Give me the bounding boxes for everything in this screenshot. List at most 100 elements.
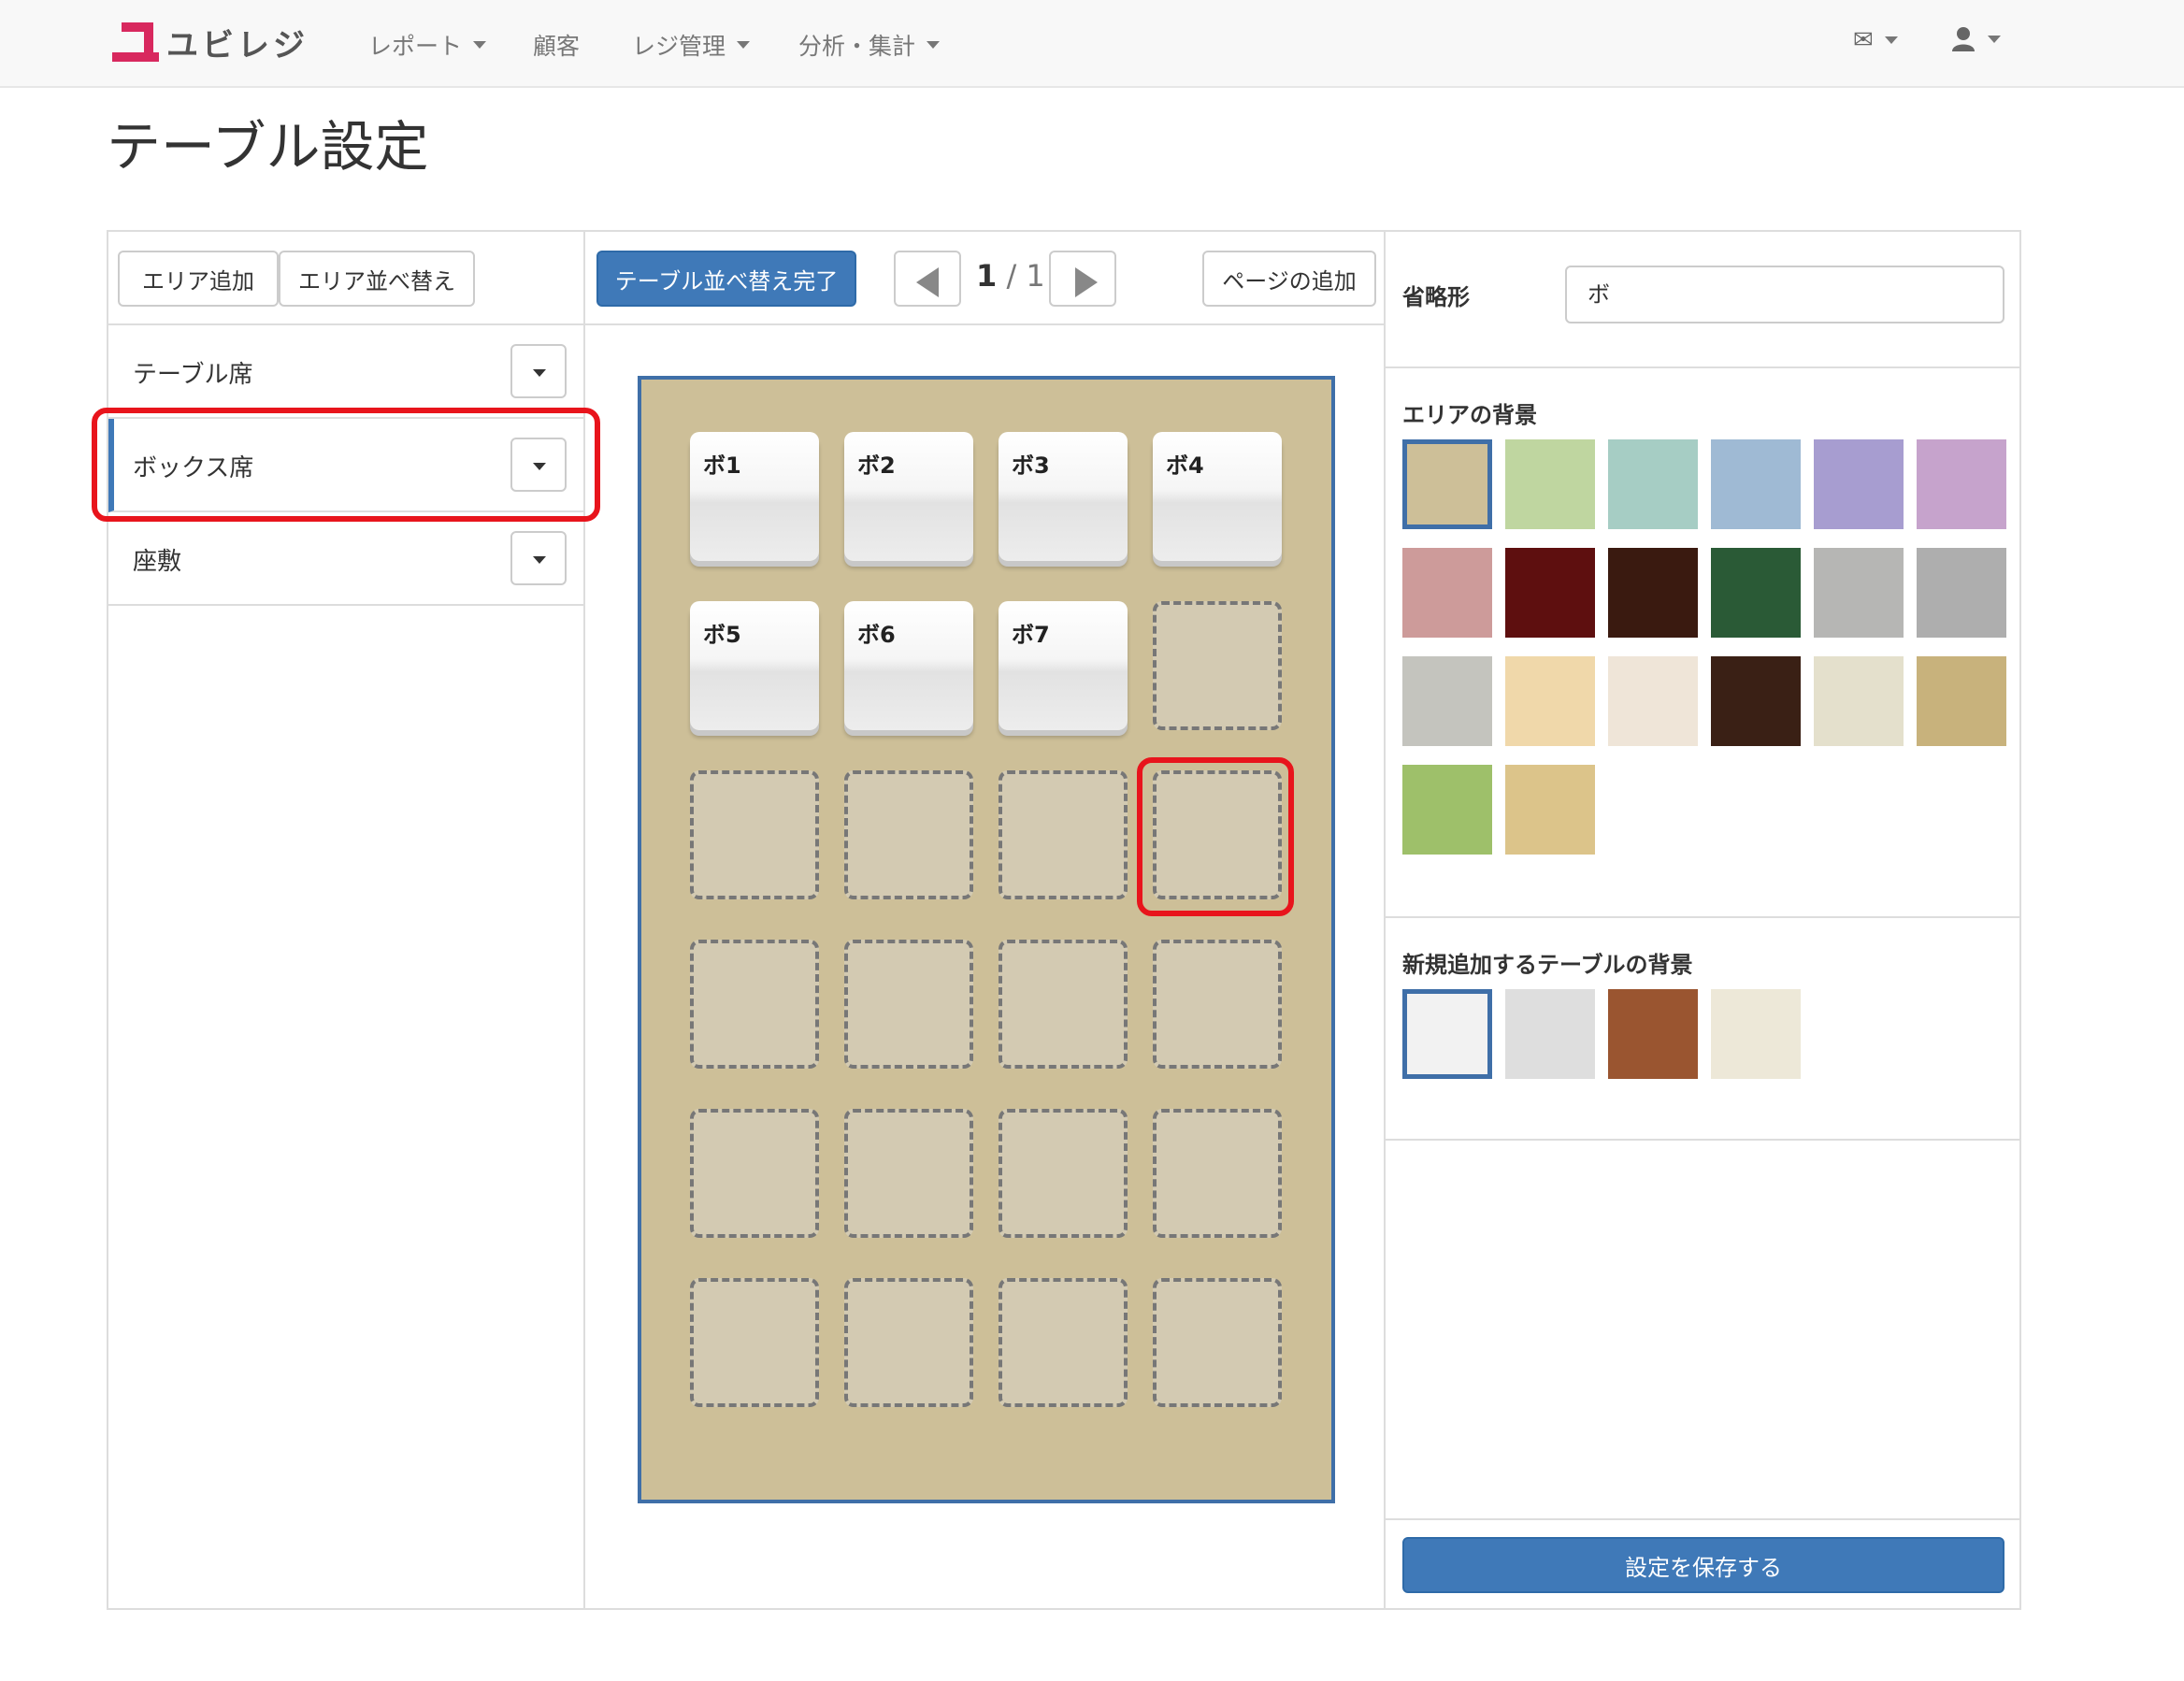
area-dropdown-button[interactable] xyxy=(510,344,567,398)
empty-table-slot[interactable] xyxy=(999,770,1128,899)
table-tile[interactable]: ボ2 xyxy=(844,432,973,561)
area-bg-swatch[interactable] xyxy=(1505,439,1595,529)
table-tile[interactable]: ボ3 xyxy=(999,432,1128,561)
table-bg-label: 新規追加するテーブルの背景 xyxy=(1402,952,1693,978)
area-toolbar: エリア追加 エリア並べ替え xyxy=(108,232,583,325)
page-title: テーブル設定 xyxy=(107,115,429,179)
area-bg-swatch[interactable] xyxy=(1402,656,1492,746)
abbr-input[interactable]: ボ xyxy=(1565,266,2004,323)
area-bg-swatch[interactable] xyxy=(1711,439,1801,529)
page-separator: / xyxy=(1006,258,1017,294)
brand-logo[interactable]: ユビレジ xyxy=(112,19,309,65)
table-tile[interactable]: ボ5 xyxy=(690,601,819,730)
table-bg-swatch[interactable] xyxy=(1505,989,1595,1079)
table-tile[interactable]: ボ4 xyxy=(1153,432,1282,561)
area-bg-swatch[interactable] xyxy=(1814,656,1904,746)
table-name: ボ7 xyxy=(1012,622,1050,648)
area-bg-swatch[interactable] xyxy=(1402,765,1492,855)
abbr-section: 省略形 ボ xyxy=(1386,232,2021,368)
area-dropdown-button[interactable] xyxy=(510,531,567,585)
finish-table-sort-button[interactable]: テーブル並べ替え完了 xyxy=(596,251,856,307)
area-bg-swatch[interactable] xyxy=(1505,656,1595,746)
area-item-box-seats[interactable]: ボックス席 xyxy=(108,419,583,512)
area-bg-label: エリアの背景 xyxy=(1402,402,1537,428)
user-icon xyxy=(1952,27,1975,51)
top-navbar: ユビレジ レポート 顧客 レジ管理 分析・集計 ✉ xyxy=(0,0,2184,88)
caret-down-icon xyxy=(533,369,546,377)
table-name: ボ2 xyxy=(857,453,896,479)
empty-table-slot[interactable] xyxy=(844,1109,973,1238)
nav-label: 分析・集計 xyxy=(798,33,916,60)
add-page-button[interactable]: ページの追加 xyxy=(1202,251,1376,307)
area-item-label: 座敷 xyxy=(133,548,182,576)
area-bg-swatch[interactable] xyxy=(1608,548,1698,638)
brand-name: ユビレジ xyxy=(166,26,309,65)
caret-down-icon xyxy=(737,41,751,49)
area-bg-swatch[interactable] xyxy=(1814,548,1904,638)
envelope-icon: ✉ xyxy=(1853,26,1874,54)
empty-table-slot[interactable] xyxy=(844,1278,973,1407)
page-total: 1 xyxy=(1026,258,1045,294)
table-bg-swatch[interactable] xyxy=(1608,989,1698,1079)
sort-areas-button[interactable]: エリア並べ替え xyxy=(279,251,475,307)
next-page-button[interactable] xyxy=(1049,251,1116,307)
area-bg-swatch[interactable] xyxy=(1402,439,1492,529)
nav-item-register[interactable]: レジ管理 xyxy=(632,28,751,62)
nav-item-analytics[interactable]: 分析・集計 xyxy=(798,28,941,62)
area-background-section: エリアの背景 xyxy=(1386,368,2021,918)
area-bg-swatch[interactable] xyxy=(1608,439,1698,529)
triangle-left-icon xyxy=(916,267,939,297)
area-dropdown-button[interactable] xyxy=(510,438,567,492)
empty-table-slot[interactable] xyxy=(999,1278,1128,1407)
empty-table-slot[interactable] xyxy=(690,940,819,1069)
empty-table-slot[interactable] xyxy=(999,940,1128,1069)
empty-table-slot[interactable] xyxy=(844,770,973,899)
table-name: ボ5 xyxy=(703,622,741,648)
caret-down-icon xyxy=(473,41,487,49)
empty-table-slot[interactable] xyxy=(1153,770,1282,899)
settings-column: 省略形 ボ エリアの背景 新規追加するテーブルの背景 設定を保存する xyxy=(1386,232,2021,1608)
nav-item-customers[interactable]: 顧客 xyxy=(533,28,580,62)
user-menu[interactable] xyxy=(1950,26,2001,52)
area-bg-swatch[interactable] xyxy=(1711,656,1801,746)
empty-table-slot[interactable] xyxy=(1153,601,1282,730)
empty-table-slot[interactable] xyxy=(1153,940,1282,1069)
area-bg-swatch[interactable] xyxy=(1917,548,2006,638)
area-bg-swatch[interactable] xyxy=(1608,656,1698,746)
table-tile[interactable]: ボ1 xyxy=(690,432,819,561)
nav-label: 顧客 xyxy=(533,33,581,60)
area-bg-swatch[interactable] xyxy=(1711,548,1801,638)
area-bg-swatch[interactable] xyxy=(1505,765,1595,855)
empty-table-slot[interactable] xyxy=(690,1278,819,1407)
empty-table-slot[interactable] xyxy=(1153,1109,1282,1238)
table-bg-swatch[interactable] xyxy=(1402,989,1492,1079)
area-bg-swatch[interactable] xyxy=(1917,439,2006,529)
table-tile[interactable]: ボ6 xyxy=(844,601,973,730)
area-item-zashiki[interactable]: 座敷 xyxy=(108,512,583,606)
empty-table-slot[interactable] xyxy=(690,1109,819,1238)
add-area-button[interactable]: エリア追加 xyxy=(118,251,279,307)
table-bg-swatch[interactable] xyxy=(1711,989,1801,1079)
area-list-column: エリア追加 エリア並べ替え テーブル席 ボックス席 座敷 xyxy=(108,232,585,1608)
area-bg-swatch[interactable] xyxy=(1505,548,1595,638)
empty-table-slot[interactable] xyxy=(1153,1278,1282,1407)
empty-table-slot[interactable] xyxy=(999,1109,1128,1238)
area-bg-swatch[interactable] xyxy=(1402,548,1492,638)
page-indicator: 1 / 1 xyxy=(976,258,1045,294)
caret-down-icon xyxy=(1988,36,2001,43)
triangle-right-icon xyxy=(1075,267,1098,297)
mail-menu[interactable]: ✉ xyxy=(1853,26,1898,54)
prev-page-button[interactable] xyxy=(894,251,961,307)
table-name: ボ3 xyxy=(1012,453,1050,479)
area-item-table-seats[interactable]: テーブル席 xyxy=(108,325,583,419)
nav-item-report[interactable]: レポート xyxy=(368,28,487,62)
empty-table-slot[interactable] xyxy=(844,940,973,1069)
divider xyxy=(1386,1518,2021,1520)
area-bg-swatch[interactable] xyxy=(1917,656,2006,746)
save-settings-button[interactable]: 設定を保存する xyxy=(1402,1537,2004,1593)
logo-mark-icon xyxy=(112,21,159,64)
table-tile[interactable]: ボ7 xyxy=(999,601,1128,730)
empty-table-slot[interactable] xyxy=(690,770,819,899)
page-current: 1 xyxy=(976,258,998,294)
area-bg-swatch[interactable] xyxy=(1814,439,1904,529)
